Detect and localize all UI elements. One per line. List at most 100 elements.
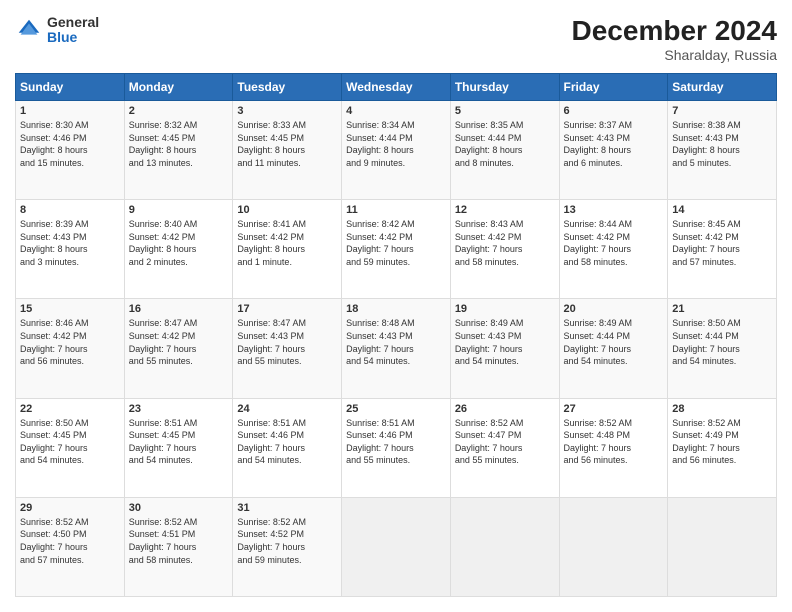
table-row: 22Sunrise: 8:50 AM Sunset: 4:45 PM Dayli… [16, 398, 125, 497]
title-block: December 2024 Sharalday, Russia [572, 15, 777, 63]
table-row: 24 Sunrise: 8:51 AM Sunset: 4:46 PM Dayli… [233, 398, 342, 497]
day-number: 24 [237, 403, 337, 415]
logo-icon [15, 16, 43, 44]
day-info: Sunrise: 8:51 AM Sunset: 4:45 PM Dayligh… [129, 417, 229, 467]
col-sunday: Sunday [16, 74, 125, 101]
day-number: 25 [346, 403, 446, 415]
day-info: Sunrise: 8:51 AM Sunset: 4:46 PM Dayligh… [237, 417, 337, 467]
table-row: 3 Sunrise: 8:33 AM Sunset: 4:45 PM Daylig… [233, 101, 342, 200]
day-info: Sunrise: 8:47 AM Sunset: 4:42 PM Dayligh… [129, 317, 229, 367]
day-info: Sunrise: 8:39 AM Sunset: 4:43 PM Dayligh… [20, 218, 120, 268]
col-thursday: Thursday [450, 74, 559, 101]
day-number: 15 [20, 303, 120, 315]
col-saturday: Saturday [668, 74, 777, 101]
day-info: Sunrise: 8:52 AM Sunset: 4:49 PM Dayligh… [672, 417, 772, 467]
day-number: 3 [237, 105, 337, 117]
table-row: 18 Sunrise: 8:48 AM Sunset: 4:43 PM Dayli… [342, 299, 451, 398]
calendar-table: Sunday Monday Tuesday Wednesday Thursday… [15, 73, 777, 597]
day-number: 31 [237, 502, 337, 514]
table-row: 30 Sunrise: 8:52 AM Sunset: 4:51 PM Dayli… [124, 497, 233, 596]
day-number: 16 [129, 303, 229, 315]
day-number: 7 [672, 105, 772, 117]
day-info: Sunrise: 8:52 AM Sunset: 4:51 PM Dayligh… [129, 516, 229, 566]
table-row [559, 497, 668, 596]
day-number: 23 [129, 403, 229, 415]
day-info: Sunrise: 8:52 AM Sunset: 4:50 PM Dayligh… [20, 516, 120, 566]
logo: General Blue [15, 15, 99, 46]
day-info: Sunrise: 8:41 AM Sunset: 4:42 PM Dayligh… [237, 218, 337, 268]
day-info: Sunrise: 8:35 AM Sunset: 4:44 PM Dayligh… [455, 119, 555, 169]
table-row: 23 Sunrise: 8:51 AM Sunset: 4:45 PM Dayli… [124, 398, 233, 497]
table-row: 25 Sunrise: 8:51 AM Sunset: 4:46 PM Dayli… [342, 398, 451, 497]
day-number: 4 [346, 105, 446, 117]
table-row: 7Sunrise: 8:38 AM Sunset: 4:43 PM Daylig… [668, 101, 777, 200]
day-number: 10 [237, 204, 337, 216]
table-row [450, 497, 559, 596]
day-number: 27 [564, 403, 664, 415]
day-number: 26 [455, 403, 555, 415]
table-row: 8 Sunrise: 8:39 AM Sunset: 4:43 PM Daylig… [16, 200, 125, 299]
table-row: 10 Sunrise: 8:41 AM Sunset: 4:42 PM Dayli… [233, 200, 342, 299]
table-row [668, 497, 777, 596]
page: General Blue December 2024 Sharalday, Ru… [0, 0, 792, 612]
day-number: 28 [672, 403, 772, 415]
day-info: Sunrise: 8:51 AM Sunset: 4:46 PM Dayligh… [346, 417, 446, 467]
table-row: 6Sunrise: 8:37 AM Sunset: 4:43 PM Daylig… [559, 101, 668, 200]
table-row: 15 Sunrise: 8:46 AM Sunset: 4:42 PM Dayli… [16, 299, 125, 398]
day-number: 30 [129, 502, 229, 514]
calendar-week-row: 22Sunrise: 8:50 AM Sunset: 4:45 PM Dayli… [16, 398, 777, 497]
table-row: 17 Sunrise: 8:47 AM Sunset: 4:43 PM Dayli… [233, 299, 342, 398]
day-info: Sunrise: 8:46 AM Sunset: 4:42 PM Dayligh… [20, 317, 120, 367]
day-info: Sunrise: 8:33 AM Sunset: 4:45 PM Dayligh… [237, 119, 337, 169]
day-number: 6 [564, 105, 664, 117]
table-row: 12Sunrise: 8:43 AM Sunset: 4:42 PM Dayli… [450, 200, 559, 299]
table-row: 26Sunrise: 8:52 AM Sunset: 4:47 PM Dayli… [450, 398, 559, 497]
day-number: 5 [455, 105, 555, 117]
day-number: 1 [20, 105, 120, 117]
logo-text: General Blue [47, 15, 99, 46]
table-row: 21 Sunrise: 8:50 AM Sunset: 4:44 PM Dayli… [668, 299, 777, 398]
day-info: Sunrise: 8:42 AM Sunset: 4:42 PM Dayligh… [346, 218, 446, 268]
day-number: 18 [346, 303, 446, 315]
col-monday: Monday [124, 74, 233, 101]
table-row: 27Sunrise: 8:52 AM Sunset: 4:48 PM Dayli… [559, 398, 668, 497]
day-info: Sunrise: 8:52 AM Sunset: 4:52 PM Dayligh… [237, 516, 337, 566]
table-row: 20Sunrise: 8:49 AM Sunset: 4:44 PM Dayli… [559, 299, 668, 398]
day-info: Sunrise: 8:34 AM Sunset: 4:44 PM Dayligh… [346, 119, 446, 169]
table-row: 16 Sunrise: 8:47 AM Sunset: 4:42 PM Dayli… [124, 299, 233, 398]
day-info: Sunrise: 8:30 AM Sunset: 4:46 PM Dayligh… [20, 119, 120, 169]
day-info: Sunrise: 8:32 AM Sunset: 4:45 PM Dayligh… [129, 119, 229, 169]
day-number: 13 [564, 204, 664, 216]
table-row: 31 Sunrise: 8:52 AM Sunset: 4:52 PM Dayli… [233, 497, 342, 596]
logo-general: General [47, 15, 99, 30]
day-info: Sunrise: 8:43 AM Sunset: 4:42 PM Dayligh… [455, 218, 555, 268]
day-number: 21 [672, 303, 772, 315]
day-info: Sunrise: 8:47 AM Sunset: 4:43 PM Dayligh… [237, 317, 337, 367]
day-info: Sunrise: 8:40 AM Sunset: 4:42 PM Dayligh… [129, 218, 229, 268]
table-row: 28 Sunrise: 8:52 AM Sunset: 4:49 PM Dayli… [668, 398, 777, 497]
day-number: 9 [129, 204, 229, 216]
header: General Blue December 2024 Sharalday, Ru… [15, 15, 777, 63]
calendar-week-row: 8 Sunrise: 8:39 AM Sunset: 4:43 PM Daylig… [16, 200, 777, 299]
day-number: 11 [346, 204, 446, 216]
calendar-week-row: 1 Sunrise: 8:30 AM Sunset: 4:46 PM Daylig… [16, 101, 777, 200]
day-number: 8 [20, 204, 120, 216]
day-number: 19 [455, 303, 555, 315]
table-row: 5 Sunrise: 8:35 AM Sunset: 4:44 PM Daylig… [450, 101, 559, 200]
day-info: Sunrise: 8:48 AM Sunset: 4:43 PM Dayligh… [346, 317, 446, 367]
table-row: 4 Sunrise: 8:34 AM Sunset: 4:44 PM Daylig… [342, 101, 451, 200]
day-info: Sunrise: 8:44 AM Sunset: 4:42 PM Dayligh… [564, 218, 664, 268]
day-number: 20 [564, 303, 664, 315]
table-row: 29Sunrise: 8:52 AM Sunset: 4:50 PM Dayli… [16, 497, 125, 596]
col-friday: Friday [559, 74, 668, 101]
col-tuesday: Tuesday [233, 74, 342, 101]
calendar-header-row: Sunday Monday Tuesday Wednesday Thursday… [16, 74, 777, 101]
main-title: December 2024 [572, 15, 777, 47]
day-number: 17 [237, 303, 337, 315]
table-row: 14Sunrise: 8:45 AM Sunset: 4:42 PM Dayli… [668, 200, 777, 299]
day-info: Sunrise: 8:50 AM Sunset: 4:44 PM Dayligh… [672, 317, 772, 367]
day-number: 2 [129, 105, 229, 117]
table-row: 2 Sunrise: 8:32 AM Sunset: 4:45 PM Daylig… [124, 101, 233, 200]
table-row: 9 Sunrise: 8:40 AM Sunset: 4:42 PM Daylig… [124, 200, 233, 299]
table-row: 19Sunrise: 8:49 AM Sunset: 4:43 PM Dayli… [450, 299, 559, 398]
